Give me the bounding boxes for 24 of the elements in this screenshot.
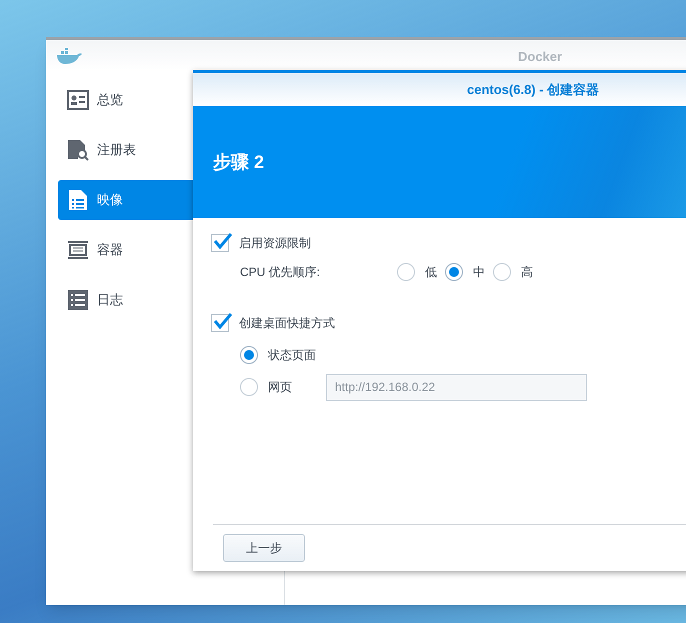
radio-button[interactable] bbox=[240, 346, 258, 364]
window-title: Docker bbox=[518, 48, 562, 66]
radio-label: 中 bbox=[473, 264, 485, 281]
radio-button[interactable] bbox=[240, 378, 258, 396]
container-icon bbox=[67, 240, 89, 260]
radio-button[interactable] bbox=[397, 263, 415, 281]
radio-label: 高 bbox=[521, 264, 533, 281]
radio-label: 状态页面 bbox=[268, 347, 317, 364]
list-icon bbox=[68, 290, 88, 310]
id-card-icon bbox=[67, 90, 89, 110]
back-button[interactable]: 上一步 bbox=[223, 534, 305, 562]
step-title: 步骤 2 bbox=[213, 150, 264, 174]
dialog-title: centos(6.8) - 创建容器 bbox=[467, 80, 600, 99]
radio-button[interactable] bbox=[493, 263, 511, 281]
document-list-icon bbox=[68, 189, 88, 211]
cpu-priority-label: CPU 优先顺序: bbox=[240, 264, 322, 281]
whale-logo-icon bbox=[56, 48, 82, 64]
radio-label: 网页 bbox=[268, 379, 293, 396]
document-search-icon bbox=[67, 139, 89, 161]
checkbox-label: 创建桌面快捷方式 bbox=[239, 315, 335, 332]
sidebar-item[interactable]: 总览 bbox=[58, 80, 284, 120]
radio-button[interactable] bbox=[445, 263, 463, 281]
checkbox-label: 启用资源限制 bbox=[239, 235, 311, 252]
radio-label: 低 bbox=[425, 264, 437, 281]
